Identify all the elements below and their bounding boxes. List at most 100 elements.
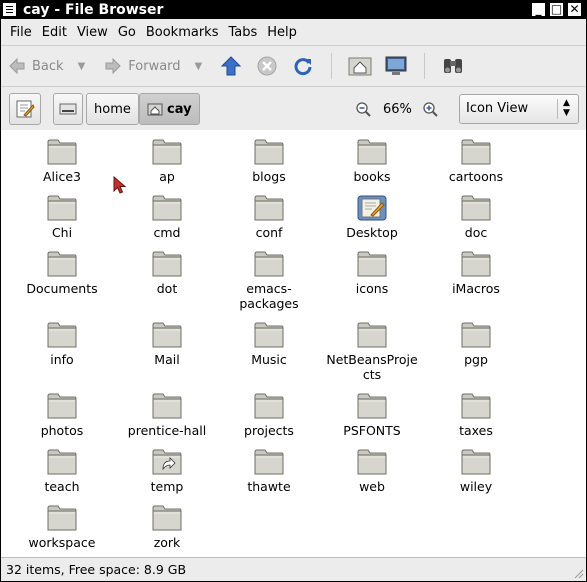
folder-icon [461, 195, 491, 221]
forward-button[interactable]: Forward [103, 56, 181, 76]
file-item[interactable]: zork [117, 505, 217, 550]
zoom-out-icon[interactable] [355, 101, 371, 117]
file-item[interactable]: wiley [426, 449, 526, 494]
file-name: Mail [154, 352, 180, 367]
file-item[interactable]: ap [117, 139, 217, 184]
file-item[interactable]: projects [219, 393, 319, 438]
close-button[interactable]: ✕ [568, 3, 581, 16]
breadcrumb-home-label: home [94, 101, 131, 117]
menu-tabs[interactable]: Tabs [223, 25, 262, 40]
computer-button[interactable] [383, 53, 409, 79]
file-item[interactable]: thawte [219, 449, 319, 494]
file-item[interactable]: dot [117, 251, 217, 296]
search-button[interactable] [440, 53, 466, 79]
file-item[interactable]: Alice3 [12, 139, 112, 184]
file-item[interactable]: Mail [117, 322, 217, 367]
zoom-in-icon[interactable] [422, 101, 438, 117]
reload-button[interactable] [290, 53, 316, 79]
file-item[interactable]: pgp [426, 322, 526, 367]
toggle-location-entry-button[interactable] [9, 93, 41, 125]
file-item[interactable]: Desktop [322, 195, 422, 240]
up-button[interactable] [218, 53, 244, 79]
menu-go[interactable]: Go [113, 25, 141, 40]
file-name: dot [156, 281, 178, 296]
status-text: 32 items, Free space: 8.9 GB [6, 562, 187, 577]
file-item[interactable]: cartoons [426, 139, 526, 184]
file-item[interactable]: PSFONTS [322, 393, 422, 438]
file-icon-view[interactable]: Alice3 ap blogs books cartoons Chi cmd conf Desk… [1, 130, 586, 557]
file-browser-window: cay - File Browser _ □ ✕ File Edit View … [0, 0, 587, 582]
file-name: projects [244, 423, 294, 438]
menu-bookmarks[interactable]: Bookmarks [141, 25, 224, 40]
file-name: cmd [153, 225, 181, 240]
file-item[interactable]: temp [117, 449, 217, 494]
location-bar: home cay 66% Icon View ▲ ▼ [1, 87, 586, 132]
menu-edit[interactable]: Edit [37, 25, 72, 40]
home-folder-icon [147, 103, 163, 116]
stop-icon [257, 56, 277, 76]
file-name: NetBeansProje cts [326, 352, 418, 382]
folder-icon [254, 449, 284, 475]
file-item[interactable]: web [322, 449, 422, 494]
menu-bar: File Edit View Go Bookmarks Tabs Help [1, 19, 586, 46]
folder-icon [152, 139, 182, 165]
file-name: cartoons [448, 169, 504, 184]
file-item[interactable]: books [322, 139, 422, 184]
minimize-button[interactable]: _ [532, 3, 545, 16]
file-name: icons [355, 281, 389, 296]
file-item[interactable]: blogs [219, 139, 319, 184]
breadcrumb-cay-label: cay [167, 101, 192, 117]
stop-button[interactable] [254, 53, 280, 79]
menu-file[interactable]: File [5, 25, 37, 40]
window-menu-icon[interactable] [3, 3, 16, 16]
home-button[interactable] [347, 53, 373, 79]
file-name: PSFONTS [343, 423, 401, 438]
file-item[interactable]: workspace [12, 505, 112, 550]
folder-icon [357, 393, 387, 419]
file-item[interactable]: Chi [12, 195, 112, 240]
back-history-chevron-icon[interactable]: ▼ [78, 61, 86, 72]
window-title: cay - File Browser [23, 2, 164, 18]
file-item[interactable]: icons [322, 251, 422, 296]
forward-history-chevron-icon[interactable]: ▼ [195, 61, 203, 72]
binoculars-icon [444, 59, 463, 73]
file-item[interactable]: teach [12, 449, 112, 494]
file-item[interactable]: conf [219, 195, 319, 240]
file-item[interactable]: emacs- packages [219, 251, 319, 311]
harddisk-icon [59, 103, 77, 115]
breadcrumb-home[interactable]: home [86, 93, 139, 125]
filesystem-root-button[interactable] [53, 93, 83, 125]
file-item[interactable]: info [12, 322, 112, 367]
folder-icon [357, 322, 387, 348]
menu-view[interactable]: View [72, 25, 113, 40]
file-item[interactable]: iMacros [426, 251, 526, 296]
home-folder-icon [348, 57, 372, 76]
file-name: temp [150, 479, 184, 494]
folder-icon [254, 139, 284, 165]
file-item[interactable]: Documents [12, 251, 112, 296]
title-bar[interactable]: cay - File Browser _ □ ✕ [1, 1, 586, 19]
breadcrumb-cay[interactable]: cay [139, 93, 200, 125]
file-item[interactable]: photos [12, 393, 112, 438]
folder-icon [152, 251, 182, 277]
file-item[interactable]: doc [426, 195, 526, 240]
file-item[interactable]: NetBeansProje cts [322, 322, 422, 382]
folder-icon [152, 505, 182, 531]
back-button[interactable]: Back [7, 56, 64, 76]
maximize-button[interactable]: □ [550, 3, 563, 16]
file-item[interactable]: prentice-hall [117, 393, 217, 438]
file-item[interactable]: Music [219, 322, 319, 367]
view-mode-select[interactable]: Icon View ▲ ▼ [459, 94, 579, 124]
file-item[interactable]: cmd [117, 195, 217, 240]
file-name: workspace [28, 535, 96, 550]
file-name: Music [251, 352, 287, 367]
file-name: Alice3 [42, 169, 81, 184]
file-item[interactable]: taxes [426, 393, 526, 438]
menu-help[interactable]: Help [262, 25, 302, 40]
file-name: thawte [247, 479, 291, 494]
folder-icon [461, 139, 491, 165]
zoom-level[interactable]: 66% [383, 102, 412, 117]
file-name: books [353, 169, 391, 184]
resize-grip-icon[interactable] [572, 567, 584, 579]
file-name: zork [153, 535, 181, 550]
